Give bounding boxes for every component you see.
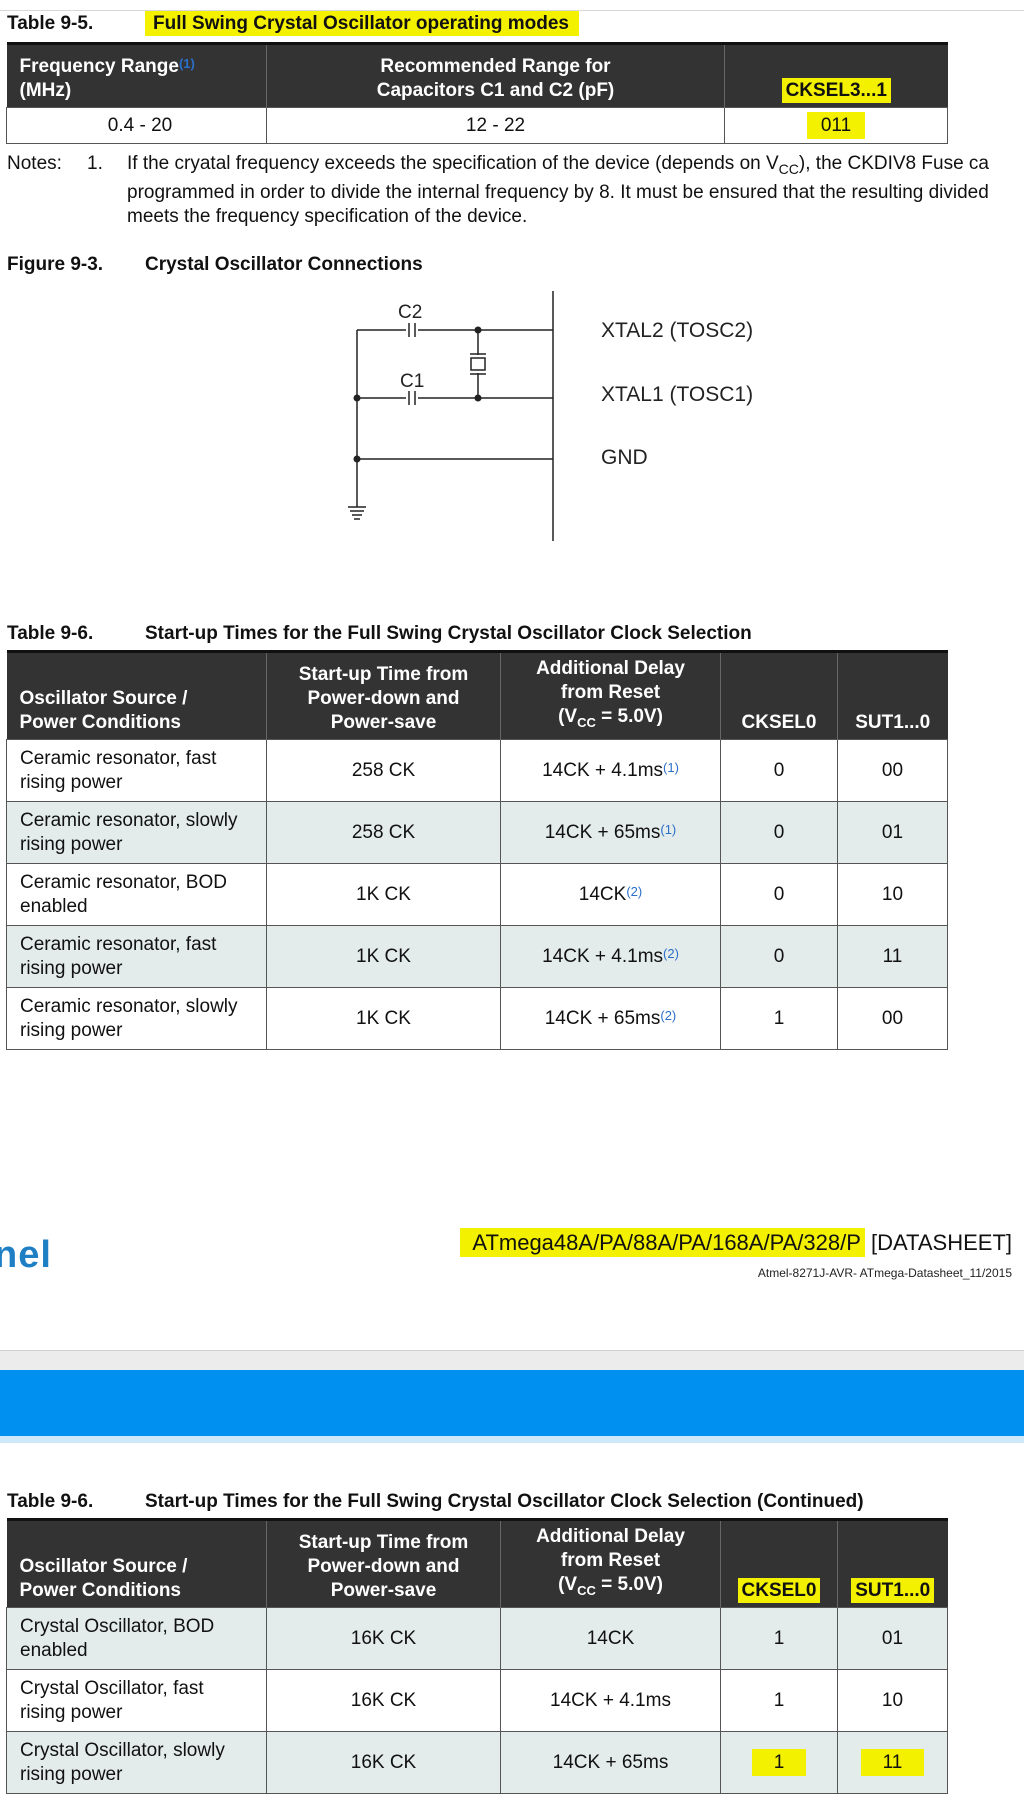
header-oscillator-source: Oscillator Source / Power Conditions <box>6 650 267 740</box>
table-row: Crystal Oscillator, fast rising power 16K… <box>6 1669 948 1732</box>
header-oscillator-source: Oscillator Source / Power Conditions <box>6 1518 267 1608</box>
page-gap <box>0 1350 1024 1371</box>
label-xtal1: XTAL1 (TOSC1) <box>601 383 753 406</box>
table-title: Start-up Times for the Full Swing Crysta… <box>145 623 752 644</box>
table-9-5-caption: Table 9-5. Full Swing Crystal Oscillator … <box>7 11 579 36</box>
crystal-icon <box>468 353 488 375</box>
label-c2: C2 <box>398 302 422 323</box>
table-number: Table 9-6. <box>7 1491 94 1512</box>
table-number: Table 9-6. <box>7 623 94 644</box>
junction-dot <box>474 326 482 334</box>
table-header-row: Oscillator Source / Power Conditions Star… <box>6 1518 948 1608</box>
label-xtal2: XTAL2 (TOSC2) <box>601 319 753 342</box>
table-row: Ceramic resonator, BOD enabled 1K CK 14CK… <box>6 863 948 926</box>
label-gnd: GND <box>601 446 648 469</box>
label-c1: C1 <box>400 371 424 392</box>
cell-frequency: 0.4 - 20 <box>6 107 267 144</box>
header-frequency-range: Frequency Range(1) (MHz) <box>6 42 267 108</box>
header-startup-time: Start-up Time from Power-down and Power-sa… <box>266 1518 501 1608</box>
table-row: Crystal Oscillator, BOD enabled 16K CK 14… <box>6 1607 948 1670</box>
header-cksel0: CKSEL0 <box>720 650 838 740</box>
header-sut: SUT1...0 <box>837 1518 948 1608</box>
viewer-band <box>0 1370 1024 1443</box>
figure-title: Crystal Oscillator Connections <box>145 254 423 275</box>
cell-cksel: 011 <box>724 107 948 144</box>
junction-dot <box>353 394 361 402</box>
header-cksel0: CKSEL0 <box>720 1518 838 1608</box>
table-title: Start-up Times for the Full Swing Crysta… <box>145 1491 864 1512</box>
note-number: 1. <box>87 153 103 174</box>
table-row: Ceramic resonator, slowly rising power 25… <box>6 801 948 864</box>
footer-device: ATmega48A/PA/88A/PA/168A/PA/328/P [DATAS… <box>460 1228 1012 1257</box>
header-startup-time: Start-up Time from Power-down and Power-sa… <box>266 650 501 740</box>
table-header-row: Frequency Range(1) (MHz) Recommended Ran… <box>6 42 948 108</box>
table-header-row: Oscillator Source / Power Conditions Star… <box>6 650 948 740</box>
table-row: Ceramic resonator, fast rising power 258 … <box>6 739 948 802</box>
capacitor-c2 <box>406 321 418 339</box>
figure-9-3-caption: Figure 9-3. Crystal Oscillator Connection… <box>7 254 423 276</box>
table-number: Table 9-5. <box>7 13 94 34</box>
notes-label: Notes: <box>7 153 62 174</box>
cell-capacitors: 12 - 22 <box>266 107 725 144</box>
table-9-6-caption: Table 9-6. Start-up Times for the Full Sw… <box>7 623 752 645</box>
table-9-6-continued: Oscillator Source / Power Conditions Star… <box>6 1518 948 1794</box>
header-additional-delay: Additional Delay from Reset (VCC = 5.0V) <box>500 1518 721 1608</box>
junction-dot <box>474 394 482 402</box>
table-row: Ceramic resonator, fast rising power 1K C… <box>6 925 948 988</box>
table-title: Full Swing Crystal Oscillator operating … <box>145 11 579 36</box>
header-sut: SUT1...0 <box>837 650 948 740</box>
table-9-5: Frequency Range(1) (MHz) Recommended Ran… <box>6 42 948 144</box>
footer-doc-id: Atmel-8271J-AVR- ATmega-Datasheet_11/201… <box>757 1266 1012 1280</box>
junction-dot <box>353 455 361 463</box>
table-row: Crystal Oscillator, slowly rising power 1… <box>6 1731 948 1794</box>
cell-sut-highlight: 11 <box>837 1731 948 1794</box>
table-9-6-continued-caption: Table 9-6. Start-up Times for the Full Sw… <box>7 1491 864 1513</box>
cell-cksel0-highlight: 1 <box>720 1731 838 1794</box>
atmel-logo: nel <box>0 1234 52 1276</box>
table-row: 0.4 - 20 12 - 22 011 <box>6 107 948 144</box>
header-cksel: CKSEL3...1 <box>724 42 948 108</box>
header-capacitor-range: Recommended Range for Capacitors C1 and C… <box>266 42 725 108</box>
note-text: If the cryatal frequency exceeds the spe… <box>127 153 989 227</box>
header-additional-delay: Additional Delay from Reset (VCC = 5.0V) <box>500 650 721 740</box>
table-row: Ceramic resonator, slowly rising power 1K… <box>6 987 948 1050</box>
table-9-6: Oscillator Source / Power Conditions Star… <box>6 650 948 1050</box>
crystal-oscillator-schematic: C2 C1 XTAL2 (TOSC2) XTAL1 (TOSC1) GND <box>348 291 753 541</box>
figure-number: Figure 9-3. <box>7 254 104 275</box>
